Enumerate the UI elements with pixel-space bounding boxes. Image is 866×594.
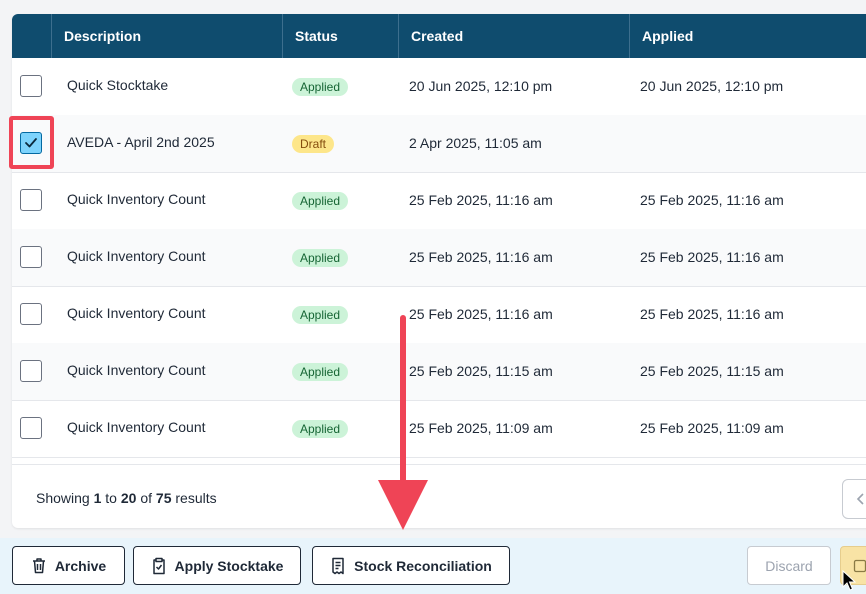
pagination-summary: Showing 1 to 20 of 75 results	[36, 490, 217, 506]
row-description[interactable]: Quick Inventory Count	[67, 419, 206, 435]
table-header: Description Status Created Applied	[12, 14, 866, 58]
row-description[interactable]: Quick Stocktake	[67, 77, 168, 93]
header-description[interactable]: Description	[51, 14, 282, 58]
mouse-cursor-icon	[842, 570, 856, 591]
row-description[interactable]: Quick Inventory Count	[67, 191, 206, 207]
range-from: 1	[93, 490, 102, 506]
row-applied: 25 Feb 2025, 11:09 am	[640, 420, 784, 436]
annotation-arrow	[378, 315, 428, 530]
row-description[interactable]: AVEDA - April 2nd 2025	[67, 134, 215, 150]
row-checkbox[interactable]	[20, 360, 42, 382]
row-description[interactable]: Quick Inventory Count	[67, 248, 206, 264]
trash-icon	[32, 558, 45, 574]
table-row[interactable]: Quick Stocktake Applied 20 Jun 2025, 12:…	[12, 58, 866, 116]
stocktake-table-card: Description Status Created Applied Quick…	[12, 14, 866, 528]
header-select-column	[12, 14, 51, 58]
row-checkbox[interactable]	[20, 417, 42, 439]
total-results: 75	[155, 490, 172, 506]
row-created: 2 Apr 2025, 11:05 am	[409, 135, 542, 151]
row-checkbox[interactable]	[20, 189, 42, 211]
row-checkbox[interactable]	[20, 75, 42, 97]
row-description[interactable]: Quick Inventory Count	[67, 362, 206, 378]
status-badge: Applied	[292, 420, 349, 438]
status-badge: Applied	[292, 306, 349, 324]
header-status[interactable]: Status	[282, 14, 398, 58]
row-created: 20 Jun 2025, 12:10 pm	[409, 78, 553, 94]
receipt-icon	[332, 557, 344, 574]
previous-page-button[interactable]	[842, 479, 866, 519]
table-row[interactable]: Quick Inventory Count Applied 25 Feb 202…	[12, 286, 866, 344]
status-badge: Applied	[292, 192, 349, 210]
header-created[interactable]: Created	[398, 14, 629, 58]
archive-label: Archive	[54, 557, 107, 574]
to-label: to	[105, 490, 117, 506]
table-row[interactable]: Quick Inventory Count Applied 25 Feb 202…	[12, 229, 866, 287]
table-row[interactable]: Quick Inventory Count Applied 25 Feb 202…	[12, 400, 866, 458]
row-applied: 25 Feb 2025, 11:16 am	[640, 306, 784, 322]
archive-button[interactable]: Archive	[12, 546, 125, 585]
row-created: 25 Feb 2025, 11:16 am	[409, 249, 553, 265]
status-badge: Applied	[292, 78, 349, 96]
of-label: of	[140, 490, 153, 506]
annotation-highlight-box	[9, 116, 54, 169]
row-created: 25 Feb 2025, 11:16 am	[409, 192, 553, 208]
table-row[interactable]: Quick Inventory Count Applied 25 Feb 202…	[12, 172, 866, 230]
row-description[interactable]: Quick Inventory Count	[67, 305, 206, 321]
stock-reconciliation-button[interactable]: Stock Reconciliation	[312, 546, 510, 585]
stock-reconciliation-label: Stock Reconciliation	[354, 557, 492, 574]
table-row[interactable]: AVEDA - April 2nd 2025 Draft 2 Apr 2025,…	[12, 115, 866, 173]
discard-button[interactable]: Discard	[747, 546, 831, 585]
results-label: results	[175, 490, 217, 506]
status-badge: Applied	[292, 249, 349, 267]
status-badge: Draft	[292, 135, 335, 153]
table-row[interactable]: Quick Inventory Count Applied 25 Feb 202…	[12, 343, 866, 401]
row-checkbox[interactable]	[20, 246, 42, 268]
row-applied: 25 Feb 2025, 11:16 am	[640, 249, 784, 265]
row-applied: 25 Feb 2025, 11:15 am	[640, 363, 784, 379]
range-to: 20	[120, 490, 137, 506]
chevron-left-icon	[856, 493, 864, 505]
showing-label: Showing	[36, 490, 90, 506]
table-footer-divider	[12, 464, 866, 465]
apply-stocktake-button[interactable]: Apply Stocktake	[133, 546, 301, 585]
apply-stocktake-label: Apply Stocktake	[174, 557, 284, 574]
row-applied: 20 Jun 2025, 12:10 pm	[640, 78, 784, 94]
row-applied: 25 Feb 2025, 11:16 am	[640, 192, 784, 208]
row-checkbox[interactable]	[20, 303, 42, 325]
status-badge: Applied	[292, 363, 349, 381]
header-applied[interactable]: Applied	[629, 14, 860, 58]
clipboard-check-icon	[152, 557, 165, 574]
